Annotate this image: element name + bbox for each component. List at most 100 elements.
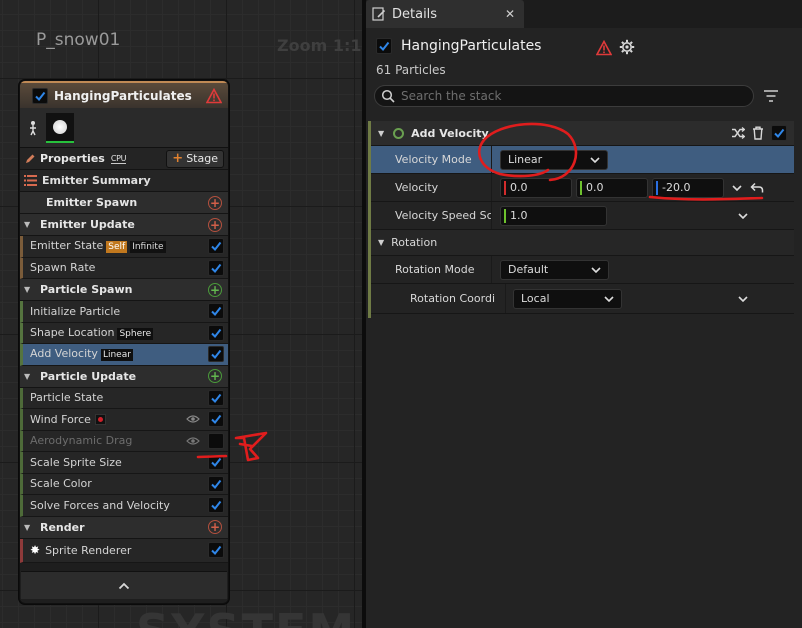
module-spawn-rate[interactable]: Spawn Rate — [20, 257, 228, 279]
rotation-category[interactable]: ▼ Rotation — [371, 230, 794, 256]
warning-icon[interactable] — [206, 87, 222, 104]
module-enabled-checkbox[interactable] — [208, 542, 224, 558]
velocity-speed-scale-field[interactable]: 1.0 — [500, 205, 607, 226]
dropdown-value: Default — [508, 263, 549, 276]
add-module-icon[interactable]: + — [208, 282, 222, 297]
module-enabled-checkbox[interactable] — [208, 454, 224, 471]
module-enabled-checkbox[interactable] — [771, 125, 787, 141]
module-label: Initialize Particle — [30, 304, 121, 318]
module-enabled-checkbox[interactable] — [208, 432, 224, 449]
add-module-icon[interactable]: + — [208, 369, 222, 383]
search-input[interactable] — [401, 89, 753, 103]
velocity-mode-dropdown[interactable]: Linear — [500, 149, 608, 170]
emitter-node[interactable]: HangingParticulates Properties CPU + Stag… — [19, 80, 229, 604]
details-icon — [372, 7, 386, 21]
filter-icon[interactable] — [763, 89, 779, 103]
module-sprite-renderer[interactable]: ✸ Sprite Renderer — [20, 538, 228, 563]
module-wind-force[interactable]: Wind Force — [20, 409, 228, 431]
velocity-z-field[interactable]: -20.0 — [652, 177, 724, 198]
chevron-down-icon — [590, 156, 600, 163]
pencil-icon — [26, 154, 35, 163]
prop-rotation-mode[interactable]: Rotation Mode Default — [371, 256, 794, 284]
tab-label: Details — [392, 6, 438, 22]
prop-velocity-speed-scale[interactable]: Velocity Speed Sc 1.0 — [371, 202, 794, 230]
velocity-x-field[interactable]: 0.0 — [500, 177, 572, 198]
module-enabled-checkbox[interactable] — [208, 259, 224, 276]
collapse-arrow-icon[interactable]: ▼ — [24, 220, 34, 229]
module-enabled-checkbox[interactable] — [208, 324, 224, 341]
reset-arrow-icon[interactable] — [750, 182, 764, 194]
prop-rotation-coordinate[interactable]: Rotation Coordi Local — [371, 284, 794, 314]
module-scale-sprite-size[interactable]: Scale Sprite Size — [20, 452, 228, 474]
prop-label: Velocity Speed Sc — [371, 202, 492, 229]
zoom-level: Zoom 1:1 — [277, 36, 362, 55]
gear-icon[interactable] — [619, 39, 635, 55]
emitter-properties-icon[interactable] — [26, 117, 40, 139]
stack-search[interactable] — [374, 85, 754, 107]
add-module-icon[interactable]: + — [208, 195, 222, 210]
collapse-node-button[interactable] — [21, 571, 227, 599]
module-enabled-checkbox[interactable] — [208, 389, 224, 406]
group-particle-update[interactable]: ▼ Particle Update + — [20, 365, 228, 388]
module-initialize-particle[interactable]: Initialize Particle — [20, 301, 228, 323]
collapse-arrow-icon[interactable]: ▼ — [24, 523, 34, 532]
velocity-y-field[interactable]: 0.0 — [576, 177, 648, 198]
chevron-down-icon — [591, 266, 601, 273]
module-header[interactable]: ▼ Add Velocity — [371, 121, 794, 146]
emitter-node-header[interactable]: HangingParticulates — [20, 81, 228, 108]
group-emitter-spawn[interactable]: Emitter Spawn + — [20, 192, 228, 214]
module-enabled-checkbox[interactable] — [208, 346, 224, 363]
chevron-down-icon[interactable] — [732, 184, 742, 191]
collapse-arrow-icon[interactable]: ▼ — [24, 372, 34, 381]
eye-icon[interactable] — [186, 414, 200, 424]
collapse-arrow-icon[interactable]: ▼ — [378, 238, 384, 247]
add-stage-button[interactable]: + Stage — [166, 149, 224, 168]
close-icon[interactable]: ✕ — [505, 7, 515, 21]
module-label: Add Velocity — [30, 347, 98, 361]
eye-icon[interactable] — [186, 436, 200, 446]
chevron-down-icon[interactable] — [738, 212, 748, 219]
module-enabled-checkbox[interactable] — [208, 411, 224, 428]
emitter-enabled-checkbox[interactable] — [376, 38, 392, 54]
add-module-icon[interactable]: + — [208, 217, 222, 232]
emitter-summary-row[interactable]: Emitter Summary — [20, 170, 228, 192]
shuffle-icon[interactable] — [731, 127, 745, 139]
module-enabled-checkbox[interactable] — [208, 497, 224, 514]
module-shape-location[interactable]: Shape Location Sphere — [20, 322, 228, 344]
prop-velocity[interactable]: Velocity 0.0 0.0 -20.0 — [371, 174, 794, 202]
module-particle-state[interactable]: Particle State — [20, 387, 228, 409]
module-enabled-checkbox[interactable] — [208, 238, 224, 255]
module-tag: Sphere — [117, 327, 154, 340]
module-solve-forces[interactable]: Solve Forces and Velocity — [20, 495, 228, 517]
group-render[interactable]: ▼ Render + — [20, 516, 228, 539]
tab-details[interactable]: Details ✕ — [366, 0, 524, 28]
sprite-thumbnail[interactable] — [46, 112, 74, 143]
graph-canvas[interactable]: P_snow01 Zoom 1:1 SYSTEM HangingParticul… — [0, 0, 362, 628]
properties-row[interactable]: Properties CPU + Stage — [20, 148, 228, 170]
prop-velocity-mode[interactable]: Velocity Mode Linear — [371, 146, 794, 174]
group-particle-spawn[interactable]: ▼ Particle Spawn + — [20, 279, 228, 301]
module-label: Emitter State — [30, 239, 104, 253]
rotation-coordinate-dropdown[interactable]: Local — [513, 288, 622, 309]
warning-icon[interactable] — [596, 40, 612, 56]
module-scale-color[interactable]: Scale Color — [20, 473, 228, 495]
field-value: 0.0 — [586, 181, 604, 194]
collapse-arrow-icon[interactable]: ▼ — [378, 129, 384, 138]
module-emitter-state[interactable]: Emitter State Self Infinite — [20, 236, 228, 258]
module-enabled-checkbox[interactable] — [208, 303, 224, 320]
group-emitter-update[interactable]: ▼ Emitter Update + — [20, 214, 228, 236]
rotation-mode-dropdown[interactable]: Default — [500, 259, 609, 280]
details-body: HangingParticulates 61 Particles ▼ Add V… — [366, 28, 802, 628]
delete-icon[interactable] — [752, 126, 764, 140]
emitter-enabled-checkbox[interactable] — [32, 87, 48, 104]
module-add-velocity[interactable]: Add Velocity Linear — [20, 344, 228, 366]
module-label: Particle State — [30, 391, 104, 405]
module-enabled-checkbox[interactable] — [208, 475, 224, 492]
prop-label: Rotation Coordi — [371, 284, 506, 313]
group-label: Emitter Update — [40, 218, 135, 231]
chevron-down-icon[interactable] — [738, 295, 748, 302]
dropdown-value: Local — [521, 292, 550, 305]
add-module-icon[interactable]: + — [208, 520, 222, 534]
collapse-arrow-icon[interactable]: ▼ — [24, 285, 34, 294]
module-aerodynamic-drag[interactable]: Aerodynamic Drag — [20, 430, 228, 452]
